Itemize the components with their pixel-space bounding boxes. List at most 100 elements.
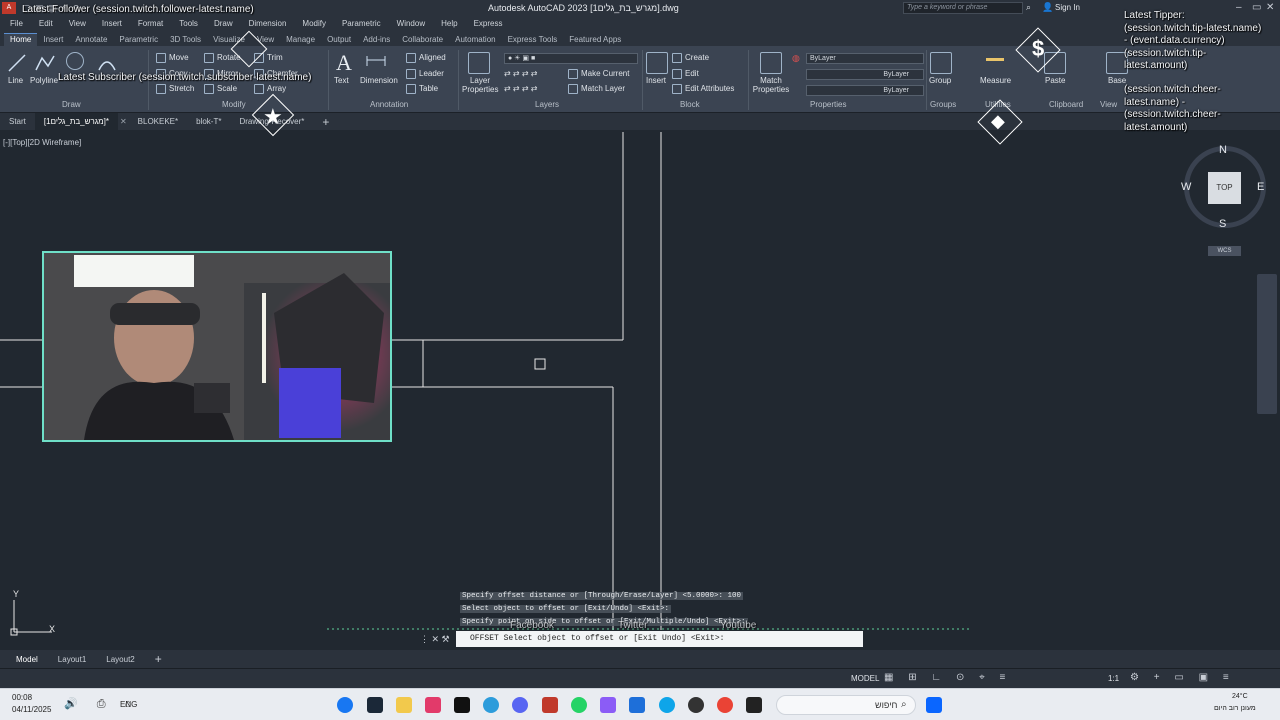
draw-panel-title[interactable]: Draw: [62, 100, 81, 109]
file-tab-active[interactable]: [מגרש_בת_גלים1]*: [34, 113, 118, 130]
new-tab-button[interactable]: +: [313, 115, 338, 129]
menu-draw[interactable]: Draw: [214, 19, 233, 28]
command-close-icon[interactable]: ⋮ ✕ ⚒: [420, 634, 450, 645]
menu-format[interactable]: Format: [138, 19, 163, 28]
app-icon[interactable]: [600, 697, 616, 713]
edit-block-button[interactable]: Edit: [672, 69, 699, 79]
groups-panel-title[interactable]: Groups: [930, 100, 956, 109]
edge-app-icon[interactable]: [659, 697, 675, 713]
tab-insert[interactable]: Insert: [37, 34, 69, 46]
match-properties-icon[interactable]: [760, 52, 782, 74]
text-icon[interactable]: A: [336, 50, 352, 76]
layer-properties-button[interactable]: Layer Properties: [462, 76, 498, 94]
navigation-bar[interactable]: [1257, 274, 1277, 414]
discord-app-icon[interactable]: [512, 697, 528, 713]
tab-3d-tools[interactable]: 3D Tools: [164, 34, 207, 46]
wcs-menu[interactable]: WCS: [1208, 246, 1241, 256]
tab-home[interactable]: Home: [4, 33, 38, 46]
circle-icon[interactable]: [66, 52, 84, 70]
taskbar-search-box[interactable]: חיפוש ⌕: [776, 695, 916, 715]
annotation-scale[interactable]: 1:1: [1108, 674, 1119, 683]
leader-button[interactable]: Leader: [406, 69, 444, 79]
status-tools[interactable]: ⚙ + ▭ ▣ ≡: [1130, 672, 1235, 683]
close-button[interactable]: ✕: [1266, 2, 1274, 13]
sign-in-button[interactable]: Sign In: [1055, 3, 1080, 12]
block-panel-title[interactable]: Block: [680, 100, 700, 109]
modify-panel-title[interactable]: Modify: [222, 100, 246, 109]
array-button[interactable]: Array: [254, 84, 286, 94]
group-button[interactable]: Group: [929, 76, 951, 85]
weather-desc[interactable]: מעונן רוב היום: [1214, 705, 1256, 712]
tab-automation[interactable]: Automation: [449, 34, 501, 46]
tray-icons[interactable]: 🔊 ⎙ ⌂: [64, 697, 139, 711]
tab-add-ins[interactable]: Add-ins: [357, 34, 396, 46]
tiktok-app-icon[interactable]: [454, 697, 470, 713]
menu-tools[interactable]: Tools: [179, 19, 198, 28]
menu-express[interactable]: Express: [474, 19, 503, 28]
tab-express-tools[interactable]: Express Tools: [502, 34, 564, 46]
layers-panel-title[interactable]: Layers: [535, 100, 559, 109]
layout-tab-layout1[interactable]: Layout1: [48, 655, 96, 664]
autocad-logo[interactable]: A: [2, 2, 16, 14]
add-layout-button[interactable]: +: [145, 652, 172, 666]
layout-tab-model[interactable]: Model: [0, 655, 48, 664]
menu-dimension[interactable]: Dimension: [249, 19, 287, 28]
line-icon[interactable]: [6, 52, 28, 74]
group-icon[interactable]: [930, 52, 952, 74]
rotate-button[interactable]: Rotate: [204, 53, 241, 63]
terminal-app-icon[interactable]: [746, 697, 762, 713]
insert-block-icon[interactable]: [646, 52, 668, 74]
chrome-app-icon[interactable]: [717, 697, 733, 713]
search-icon[interactable]: ⌕: [1026, 2, 1031, 13]
menu-edit[interactable]: Edit: [39, 19, 53, 28]
clock-time[interactable]: 00:08: [12, 693, 32, 702]
start-button[interactable]: [926, 697, 942, 713]
layer-dropdown[interactable]: ● ☀ ▣ ■: [504, 53, 638, 64]
steam-app-icon[interactable]: [367, 697, 383, 713]
drafting-toggles[interactable]: ▦ ⊞ ∟ ⊙ ⌖ ≡: [884, 672, 1011, 683]
store-app-icon[interactable]: [629, 697, 645, 713]
tab-output[interactable]: Output: [321, 34, 357, 46]
linetype-dropdown[interactable]: ByLayer: [806, 69, 924, 80]
file-tab-start[interactable]: Start: [0, 117, 35, 126]
tab-annotate[interactable]: Annotate: [69, 34, 113, 46]
color-dropdown[interactable]: ByLayer: [806, 53, 924, 64]
viewcube-west[interactable]: W: [1181, 181, 1191, 193]
file-explorer-icon[interactable]: [396, 697, 412, 713]
insert-block-button[interactable]: Insert: [646, 76, 666, 85]
make-current-button[interactable]: Make Current: [568, 69, 629, 79]
aligned-button[interactable]: Aligned: [406, 53, 446, 63]
polyline-button[interactable]: Polyline: [30, 76, 58, 85]
file-tab-blok-t[interactable]: blok-T*: [187, 117, 230, 126]
menu-view[interactable]: View: [69, 19, 86, 28]
measure-icon[interactable]: [986, 58, 1004, 61]
command-line-input[interactable]: OFFSET Select object to offset or [Exit …: [456, 631, 863, 647]
layer-tools-row1[interactable]: ⇄ ⇄ ⇄ ⇄: [504, 69, 537, 78]
layer-properties-icon[interactable]: [468, 52, 490, 74]
match-layer-button[interactable]: Match Layer: [568, 84, 625, 94]
create-block-button[interactable]: Create: [672, 53, 709, 63]
app-icon[interactable]: [483, 697, 499, 713]
weather-temp[interactable]: 24°C: [1232, 693, 1248, 700]
search-input[interactable]: Type a keyword or phrase: [903, 2, 1023, 14]
lineweight-dropdown[interactable]: ByLayer: [806, 85, 924, 96]
viewcube-north[interactable]: N: [1219, 144, 1227, 156]
model-space-button[interactable]: MODEL: [851, 674, 879, 683]
view-panel-title[interactable]: View: [1100, 100, 1117, 109]
clock-date[interactable]: 04/11/2025: [12, 705, 51, 714]
menu-window[interactable]: Window: [397, 19, 425, 28]
dimension-button[interactable]: Dimension: [360, 76, 398, 85]
tab-featured-apps[interactable]: Featured Apps: [563, 34, 627, 46]
menu-insert[interactable]: Insert: [102, 19, 122, 28]
viewcube-south[interactable]: S: [1219, 218, 1226, 230]
close-tab-icon[interactable]: ✕: [118, 117, 129, 126]
paste-button[interactable]: Paste: [1045, 76, 1065, 85]
match-properties-button[interactable]: Match Properties: [752, 76, 790, 94]
stretch-button[interactable]: Stretch: [156, 84, 194, 94]
tab-manage[interactable]: Manage: [280, 34, 321, 46]
polyline-icon[interactable]: [34, 52, 56, 74]
dimension-icon[interactable]: [365, 52, 387, 74]
user-icon[interactable]: 👤: [1042, 2, 1053, 13]
file-tab-blokeke[interactable]: BLOKEKE*: [129, 117, 187, 126]
viewcube-east[interactable]: E: [1257, 181, 1264, 193]
